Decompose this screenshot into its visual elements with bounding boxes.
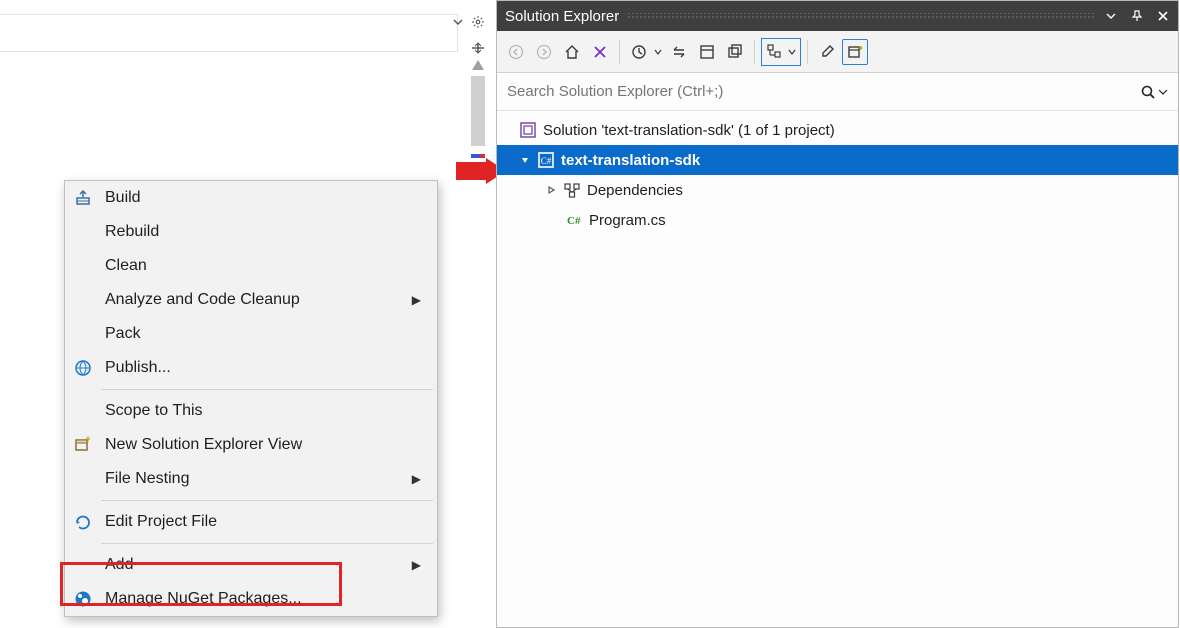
search-input[interactable] (507, 83, 1140, 100)
menu-build[interactable]: Build (65, 181, 437, 215)
menu-publish[interactable]: Publish... (65, 351, 437, 385)
expand-triangle-icon[interactable] (545, 185, 557, 195)
pending-changes-filter-button[interactable] (626, 39, 652, 65)
menu-separator (101, 543, 433, 544)
file-name: Program.cs (589, 212, 666, 229)
chevron-down-icon[interactable] (1158, 87, 1168, 97)
build-icon (73, 188, 93, 208)
editor-dropdown-bar[interactable] (0, 14, 458, 52)
menu-pack[interactable]: Pack (65, 317, 437, 351)
toolbar-separator (619, 40, 620, 64)
menu-file-nesting[interactable]: File Nesting ▶ (65, 462, 437, 496)
change-marker (471, 154, 485, 158)
edit-project-icon (73, 512, 93, 532)
scrollbar-thumb[interactable] (471, 76, 485, 146)
file-node-program-cs[interactable]: C# Program.cs (497, 205, 1178, 235)
show-all-files-button[interactable] (764, 42, 786, 62)
menu-label: Publish... (105, 359, 421, 377)
refresh-button[interactable] (694, 39, 720, 65)
menu-label: Rebuild (105, 223, 421, 241)
home-button[interactable] (559, 39, 585, 65)
toolbar-separator (807, 40, 808, 64)
gear-icon[interactable] (470, 14, 486, 30)
dependencies-node[interactable]: Dependencies (497, 175, 1178, 205)
menu-label: Manage NuGet Packages... (105, 590, 421, 608)
submenu-arrow-icon: ▶ (412, 293, 421, 307)
menu-separator (101, 389, 433, 390)
menu-label: New Solution Explorer View (105, 436, 421, 454)
menu-label: Analyze and Code Cleanup (105, 291, 412, 309)
panel-title: Solution Explorer (505, 8, 619, 25)
menu-label: Pack (105, 325, 421, 343)
sync-active-document-button[interactable] (666, 39, 692, 65)
nuget-icon (73, 589, 93, 609)
svg-text:C#: C# (541, 156, 552, 166)
menu-label: File Nesting (105, 470, 412, 488)
menu-analyze-cleanup[interactable]: Analyze and Code Cleanup ▶ (65, 283, 437, 317)
nav-back-button[interactable] (503, 39, 529, 65)
menu-separator (101, 500, 433, 501)
menu-clean[interactable]: Clean (65, 249, 437, 283)
new-view-icon (73, 435, 93, 455)
toolbar-separator (754, 40, 755, 64)
nav-forward-button[interactable] (531, 39, 557, 65)
search-icon[interactable] (1140, 84, 1156, 100)
menu-label: Edit Project File (105, 513, 421, 531)
solution-tree: Solution 'text-translation-sdk' (1 of 1 … (497, 111, 1178, 627)
chevron-down-icon[interactable] (786, 42, 798, 62)
dependencies-icon (563, 181, 581, 199)
menu-label: Add (105, 556, 412, 574)
collapse-triangle-icon[interactable] (519, 155, 531, 165)
menu-scope-to-this[interactable]: Scope to This (65, 394, 437, 428)
menu-label: Build (105, 189, 421, 207)
properties-button[interactable] (814, 39, 840, 65)
chevron-down-icon[interactable] (450, 14, 466, 30)
editor-corner-toolbar (450, 14, 486, 30)
solution-explorer-titlebar[interactable]: Solution Explorer (497, 1, 1178, 31)
project-name: text-translation-sdk (561, 152, 700, 169)
pin-icon[interactable] (1130, 9, 1144, 23)
menu-label: Clean (105, 257, 421, 275)
submenu-arrow-icon: ▶ (412, 472, 421, 486)
collapse-all-button[interactable] (722, 39, 748, 65)
svg-text:C#: C# (567, 215, 581, 227)
solution-explorer-search[interactable] (497, 73, 1178, 111)
solution-explorer-panel: Solution Explorer (496, 0, 1179, 628)
titlebar-grip[interactable] (627, 13, 1096, 19)
menu-add[interactable]: Add ▶ (65, 548, 437, 582)
split-window-icon[interactable] (470, 40, 486, 56)
project-node[interactable]: C# text-translation-sdk (497, 145, 1178, 175)
menu-manage-nuget-packages[interactable]: Manage NuGet Packages... (65, 582, 437, 616)
globe-icon (73, 358, 93, 378)
solution-label: Solution 'text-translation-sdk' (1 of 1 … (543, 122, 835, 139)
menu-edit-project-file[interactable]: Edit Project File (65, 505, 437, 539)
submenu-arrow-icon: ▶ (412, 558, 421, 572)
solution-explorer-toolbar (497, 31, 1178, 73)
editor-side-toolbar (470, 40, 486, 158)
chevron-down-icon[interactable] (652, 39, 664, 65)
menu-label: Scope to This (105, 402, 421, 420)
project-context-menu: Build Rebuild Clean Analyze and Code Cle… (64, 180, 438, 617)
dependencies-label: Dependencies (587, 182, 683, 199)
menu-rebuild[interactable]: Rebuild (65, 215, 437, 249)
solution-node[interactable]: Solution 'text-translation-sdk' (1 of 1 … (497, 115, 1178, 145)
dropdown-icon[interactable] (1104, 9, 1118, 23)
preview-selected-button[interactable] (842, 39, 868, 65)
menu-new-solution-explorer-view[interactable]: New Solution Explorer View (65, 428, 437, 462)
close-icon[interactable] (1156, 9, 1170, 23)
csharp-project-icon: C# (537, 151, 555, 169)
solution-icon (519, 121, 537, 139)
switch-views-button[interactable] (587, 39, 613, 65)
scroll-up-icon[interactable] (472, 60, 484, 70)
csharp-file-icon: C# (565, 211, 583, 229)
